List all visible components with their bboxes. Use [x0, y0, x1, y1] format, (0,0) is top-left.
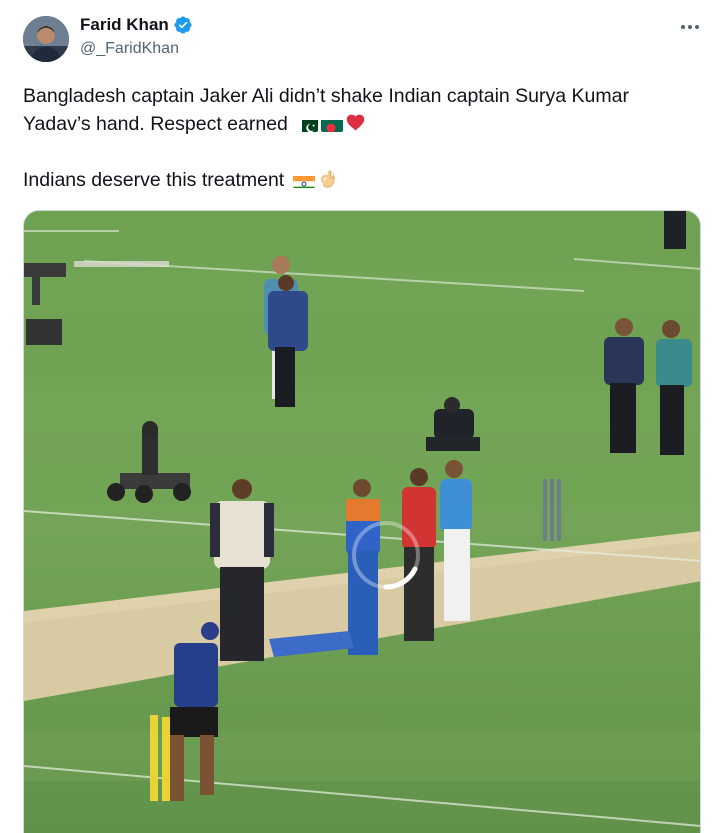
tweet-media[interactable]	[23, 210, 701, 833]
tweet-line-text: Yadav’s hand. Respect earned	[23, 113, 288, 135]
ok-hand-icon	[317, 168, 338, 189]
red-heart-icon	[345, 112, 366, 133]
avatar[interactable]	[23, 16, 69, 62]
tweet-line: Indians deserve this treatment	[23, 166, 703, 194]
more-options-icon[interactable]	[677, 14, 703, 40]
tweet-line-text: Indians deserve this treatment	[23, 169, 285, 191]
author-display-name[interactable]: Farid Khan	[80, 15, 169, 35]
tweet-line: Bangladesh captain Jaker Ali didn’t shak…	[23, 85, 629, 107]
verified-badge-icon	[173, 15, 193, 35]
bangladesh-flag-icon	[321, 116, 344, 132]
india-flag-icon	[292, 172, 315, 188]
tweet-line: Yadav’s hand. Respect earned	[23, 110, 703, 138]
tweet-card[interactable]: Farid Khan @_FaridKhan Bangladesh captai…	[0, 0, 725, 833]
author-handle[interactable]: @_FaridKhan	[80, 40, 179, 58]
tweet-text: Bangladesh captain Jaker Ali didn’t shak…	[23, 82, 703, 194]
pakistan-flag-icon	[296, 116, 319, 132]
cricket-field-photo	[24, 211, 700, 833]
